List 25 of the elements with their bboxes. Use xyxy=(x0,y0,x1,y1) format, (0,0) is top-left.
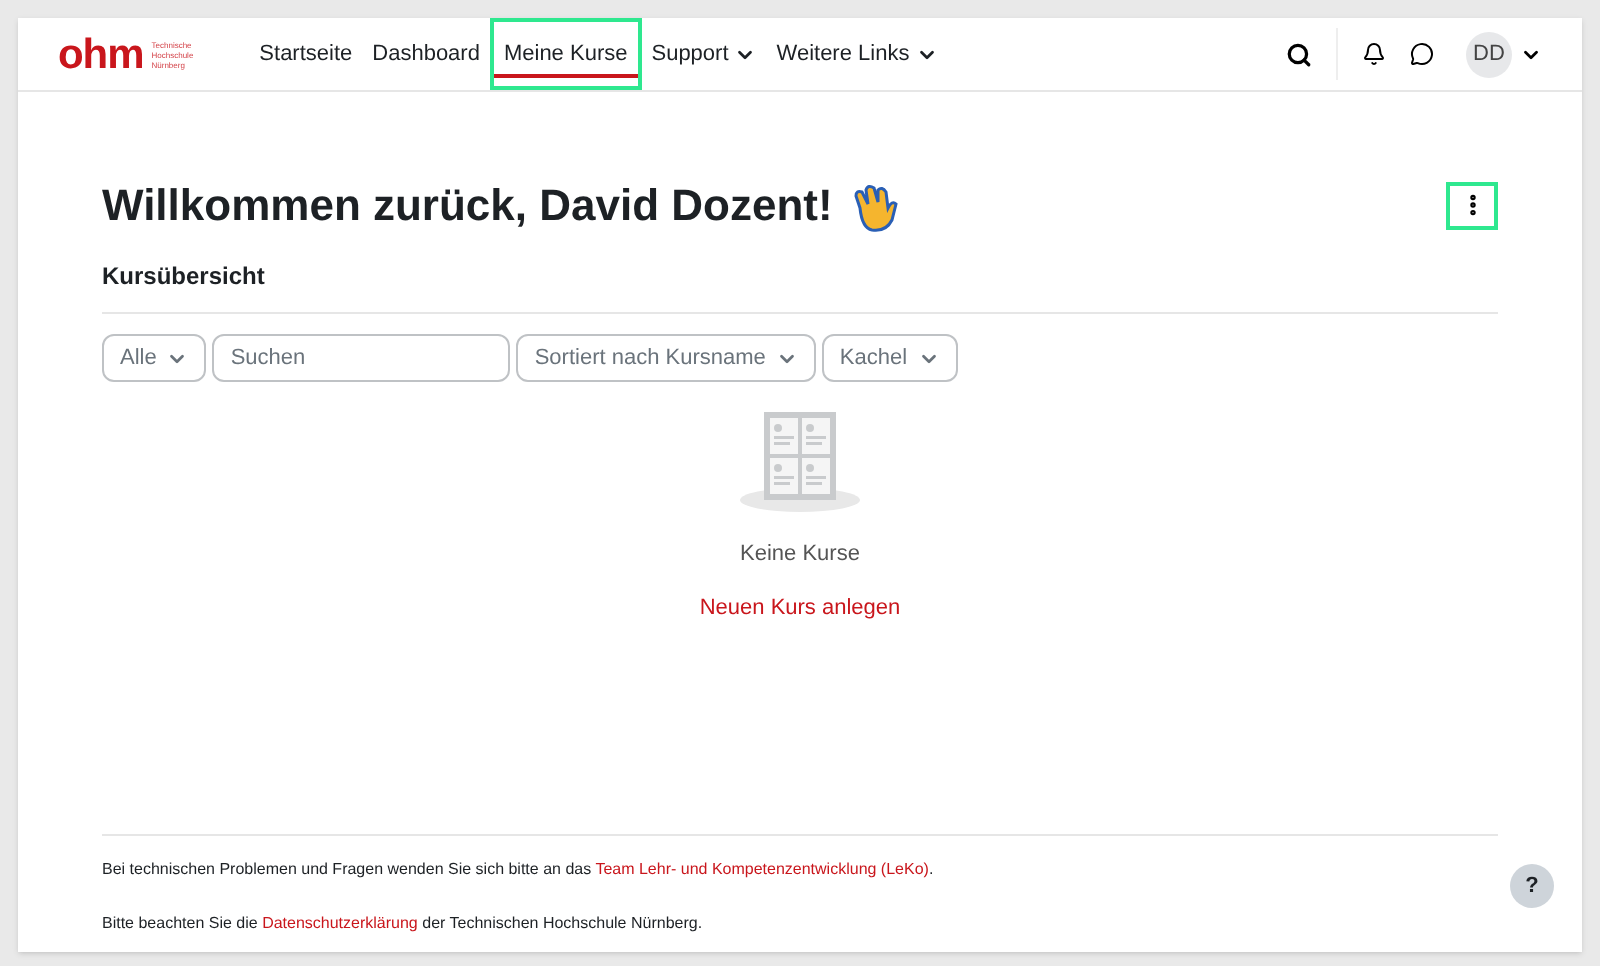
user-avatar[interactable]: DD xyxy=(1466,31,1512,77)
footer-link[interactable]: Datenschutzerklärung xyxy=(262,914,418,932)
nav-tab[interactable]: Startseite xyxy=(249,18,363,90)
notifications-icon[interactable] xyxy=(1362,42,1386,66)
filter-dropdown[interactable]: Alle xyxy=(102,334,207,382)
filter-dropdown[interactable]: Sortiert nach Kursname xyxy=(516,334,816,382)
welcome-heading: Willkommen zurück, David Dozent! xyxy=(102,172,901,238)
footer-text: Bitte beachten Sie die Datenschutzerklärung der Technischen Hochschule Nürnberg. xyxy=(102,912,705,936)
logo-wordmark: ohm xyxy=(58,33,144,75)
nav-tab[interactable]: Weitere Links xyxy=(766,18,948,90)
footer-link[interactable]: Team Lehr- und Kompetenzentwicklung (LeKo) xyxy=(595,860,929,878)
section-title: Kursübersicht xyxy=(102,258,1498,314)
search-field[interactable]: Suchen xyxy=(212,334,511,382)
help-button[interactable]: ? xyxy=(1510,864,1554,908)
messages-icon[interactable] xyxy=(1410,42,1434,66)
nav-tab[interactable]: Dashboard xyxy=(362,18,490,90)
search-icon[interactable] xyxy=(1286,41,1312,67)
empty-courses-drawing xyxy=(738,410,862,514)
footer-text: Bei technischen Problemen und Fragen wenden Sie sich bitte an das Team Lehr- und Kompetenzentwicklung (LeKo). xyxy=(102,858,936,882)
page-menu-button[interactable] xyxy=(1446,181,1498,229)
nav-tab[interactable]: Meine Kurse xyxy=(489,18,642,90)
filter-dropdown[interactable]: Kachel xyxy=(821,334,958,382)
nav-tab[interactable]: Support xyxy=(641,18,767,90)
empty-message: Keine Kurse xyxy=(740,540,860,570)
create-course-link[interactable]: Neuen Kurs anlegen xyxy=(699,591,901,624)
